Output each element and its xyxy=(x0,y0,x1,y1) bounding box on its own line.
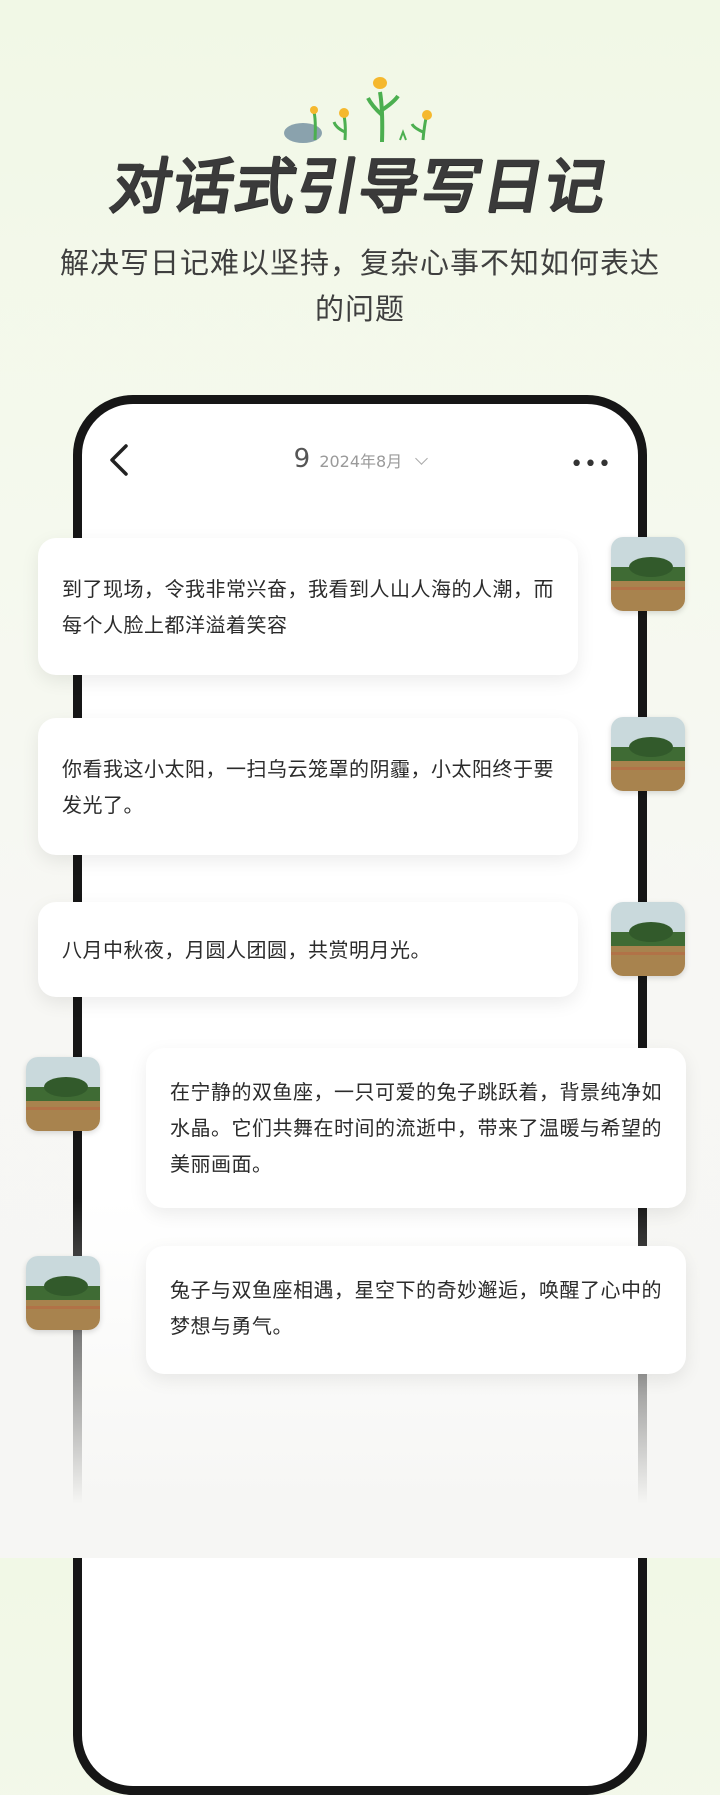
date-day: 9 xyxy=(293,444,311,474)
message-text: 你看我这小太阳，一扫乌云笼罩的阴霾，小太阳终于要发光了。 xyxy=(62,757,554,817)
avatar[interactable] xyxy=(611,717,685,791)
more-dots-icon[interactable]: ••• xyxy=(570,452,612,477)
avatar[interactable] xyxy=(26,1057,100,1131)
message-card: 八月中秋夜，月圆人团圆，共赏明月光。 xyxy=(38,902,578,997)
date-month: 2024年8月 xyxy=(319,452,403,471)
message-card: 到了现场，令我非常兴奋，我看到人山人海的人潮，而每个人脸上都洋溢着笑容 xyxy=(38,538,578,675)
avatar[interactable] xyxy=(611,902,685,976)
headline: 对话式引导写日记 xyxy=(104,152,614,222)
avatar[interactable] xyxy=(26,1256,100,1330)
message-card: 在宁静的双鱼座，一只可爱的兔子跳跃着，背景纯净如水晶。它们共舞在时间的流逝中，带… xyxy=(146,1048,686,1208)
flower-decoration-icon xyxy=(284,77,432,143)
subtitle: 解决写日记难以坚持，复杂心事不知如何表达的问题 xyxy=(59,246,660,326)
message-card: 你看我这小太阳，一扫乌云笼罩的阴霾，小太阳终于要发光了。 xyxy=(38,718,578,855)
phone-header: 9 2024年8月 ••• xyxy=(82,404,638,514)
message-card: 兔子与双鱼座相遇，星空下的奇妙邂逅，唤醒了心中的梦想与勇气。 xyxy=(146,1246,686,1374)
message-text: 在宁静的双鱼座，一只可爱的兔子跳跃着，背景纯净如水晶。它们共舞在时间的流逝中，带… xyxy=(170,1080,662,1176)
message-text: 兔子与双鱼座相遇，星空下的奇妙邂逅，唤醒了心中的梦想与勇气。 xyxy=(170,1278,662,1338)
date-selector[interactable]: 9 2024年8月 xyxy=(82,444,638,474)
chevron-down-icon xyxy=(415,452,429,465)
avatar[interactable] xyxy=(611,537,685,611)
message-text: 八月中秋夜，月圆人团圆，共赏明月光。 xyxy=(62,938,431,962)
message-text: 到了现场，令我非常兴奋，我看到人山人海的人潮，而每个人脸上都洋溢着笑容 xyxy=(62,577,554,637)
